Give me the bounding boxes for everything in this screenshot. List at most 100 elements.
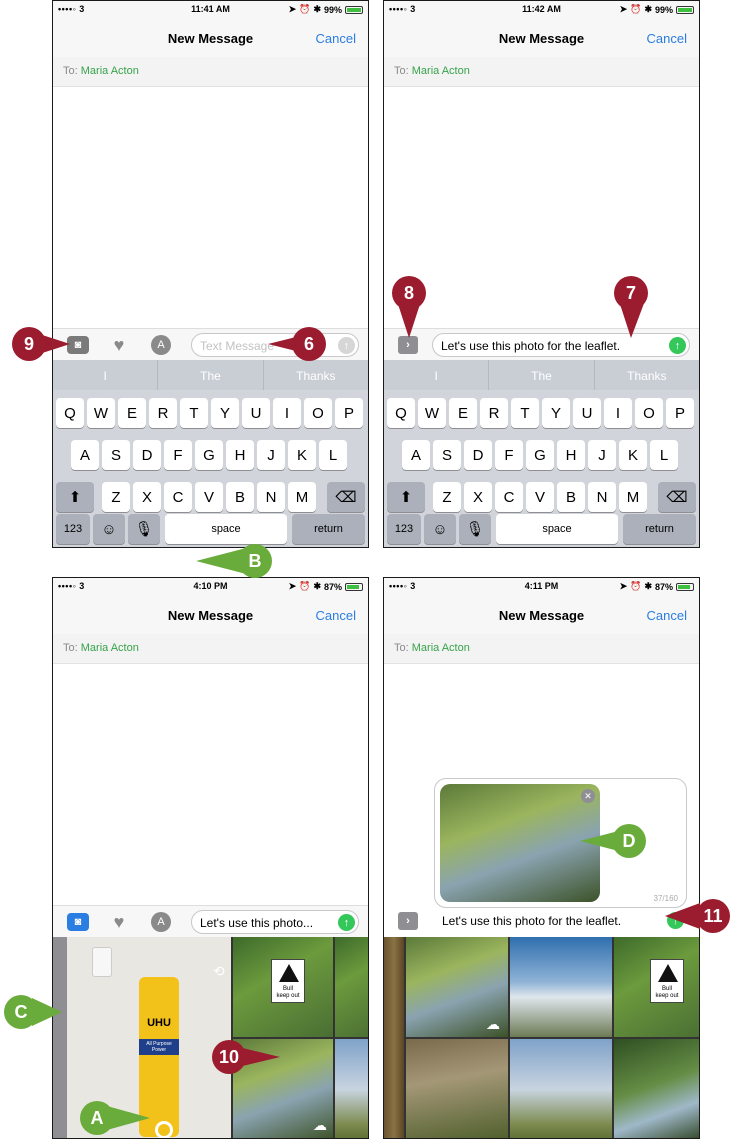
- photo-thumbnail[interactable]: Bull keep out: [614, 937, 699, 1037]
- recipient-name[interactable]: Maria Acton: [412, 642, 470, 654]
- prediction-item[interactable]: Thanks: [264, 360, 368, 390]
- key[interactable]: W: [418, 398, 446, 428]
- photo-thumbnail[interactable]: [406, 1039, 508, 1138]
- digital-touch-icon[interactable]: ♥: [108, 912, 130, 932]
- recipient-name[interactable]: Maria Acton: [81, 65, 139, 77]
- key[interactable]: Z: [102, 482, 130, 512]
- space-key[interactable]: space: [165, 514, 287, 544]
- key[interactable]: N: [588, 482, 616, 512]
- key[interactable]: P: [335, 398, 363, 428]
- photo-thumbnail[interactable]: [335, 1039, 368, 1138]
- key[interactable]: V: [195, 482, 223, 512]
- key[interactable]: F: [495, 440, 523, 470]
- key[interactable]: J: [257, 440, 285, 470]
- key[interactable]: T: [180, 398, 208, 428]
- send-arrow-icon[interactable]: ↑: [667, 912, 684, 929]
- photo-thumbnail[interactable]: ☁: [406, 937, 508, 1037]
- photo-thumbnail[interactable]: [510, 937, 612, 1037]
- return-key[interactable]: return: [623, 514, 696, 544]
- key[interactable]: W: [87, 398, 115, 428]
- key[interactable]: P: [666, 398, 694, 428]
- photo-thumbnail[interactable]: [384, 937, 404, 1138]
- key[interactable]: Q: [56, 398, 84, 428]
- numbers-key[interactable]: 123: [56, 514, 90, 544]
- delete-icon[interactable]: ⌫: [327, 482, 365, 512]
- key[interactable]: C: [164, 482, 192, 512]
- key[interactable]: E: [449, 398, 477, 428]
- key[interactable]: H: [557, 440, 585, 470]
- attached-photo-preview[interactable]: ✕: [440, 784, 600, 902]
- key[interactable]: K: [288, 440, 316, 470]
- prediction-item[interactable]: I: [384, 360, 490, 390]
- key[interactable]: B: [226, 482, 254, 512]
- chevron-right-icon[interactable]: ›: [398, 912, 418, 930]
- key[interactable]: R: [480, 398, 508, 428]
- prediction-item[interactable]: I: [53, 360, 159, 390]
- cancel-button[interactable]: Cancel: [647, 31, 687, 46]
- recipient-field[interactable]: To: Maria Acton: [384, 634, 699, 664]
- message-input[interactable]: Let's use this photo for the leaflet. ↑: [432, 333, 690, 357]
- key[interactable]: G: [526, 440, 554, 470]
- prediction-item[interactable]: The: [158, 360, 264, 390]
- cancel-button[interactable]: Cancel: [647, 608, 687, 623]
- delete-icon[interactable]: ⌫: [658, 482, 696, 512]
- app-store-icon[interactable]: A: [151, 912, 171, 932]
- key[interactable]: B: [557, 482, 585, 512]
- key[interactable]: Y: [542, 398, 570, 428]
- shift-icon[interactable]: ⬆: [387, 482, 425, 512]
- photo-thumbnail[interactable]: [335, 937, 368, 1037]
- shift-icon[interactable]: ⬆: [56, 482, 94, 512]
- key[interactable]: F: [164, 440, 192, 470]
- photo-thumbnail[interactable]: [614, 1039, 699, 1138]
- message-compose-area[interactable]: ✕ 37/160: [434, 778, 687, 908]
- recipient-name[interactable]: Maria Acton: [81, 642, 139, 654]
- shutter-button[interactable]: [155, 1121, 173, 1138]
- camera-icon[interactable]: ◙: [67, 913, 89, 931]
- recipient-field[interactable]: To: Maria Acton: [53, 634, 368, 664]
- key[interactable]: T: [511, 398, 539, 428]
- key[interactable]: I: [273, 398, 301, 428]
- send-arrow-icon[interactable]: ↑: [338, 914, 355, 931]
- key[interactable]: I: [604, 398, 632, 428]
- key[interactable]: M: [288, 482, 316, 512]
- key[interactable]: H: [226, 440, 254, 470]
- message-input[interactable]: Text Message ↑: [191, 333, 359, 357]
- recipient-field[interactable]: To: Maria Acton: [53, 57, 368, 87]
- camera-switch-icon[interactable]: ⟲: [213, 963, 225, 980]
- recipient-field[interactable]: To: Maria Acton: [384, 57, 699, 87]
- key[interactable]: Z: [433, 482, 461, 512]
- cancel-button[interactable]: Cancel: [316, 608, 356, 623]
- recipient-name[interactable]: Maria Acton: [412, 65, 470, 77]
- close-icon[interactable]: ✕: [581, 789, 595, 803]
- cancel-button[interactable]: Cancel: [316, 31, 356, 46]
- key[interactable]: Q: [387, 398, 415, 428]
- key[interactable]: X: [133, 482, 161, 512]
- prediction-item[interactable]: Thanks: [595, 360, 699, 390]
- key[interactable]: S: [433, 440, 461, 470]
- camera-icon[interactable]: ◙: [67, 336, 89, 354]
- key[interactable]: R: [149, 398, 177, 428]
- key[interactable]: S: [102, 440, 130, 470]
- app-store-icon[interactable]: A: [151, 335, 171, 355]
- return-key[interactable]: return: [292, 514, 365, 544]
- emoji-icon[interactable]: ☺: [424, 514, 456, 544]
- key[interactable]: E: [118, 398, 146, 428]
- key[interactable]: C: [495, 482, 523, 512]
- microphone-icon[interactable]: 🎙: [128, 514, 160, 544]
- key[interactable]: A: [402, 440, 430, 470]
- key[interactable]: O: [635, 398, 663, 428]
- key[interactable]: O: [304, 398, 332, 428]
- key[interactable]: G: [195, 440, 223, 470]
- key[interactable]: L: [650, 440, 678, 470]
- key[interactable]: U: [242, 398, 270, 428]
- key[interactable]: D: [464, 440, 492, 470]
- chevron-right-icon[interactable]: ›: [398, 336, 418, 354]
- numbers-key[interactable]: 123: [387, 514, 421, 544]
- key[interactable]: J: [588, 440, 616, 470]
- collapse-tab[interactable]: [53, 937, 67, 1138]
- message-input[interactable]: Let's use this photo... ↑: [191, 910, 359, 934]
- prediction-item[interactable]: The: [489, 360, 595, 390]
- key[interactable]: U: [573, 398, 601, 428]
- photo-thumbnail[interactable]: ☁: [233, 1039, 333, 1138]
- key[interactable]: Y: [211, 398, 239, 428]
